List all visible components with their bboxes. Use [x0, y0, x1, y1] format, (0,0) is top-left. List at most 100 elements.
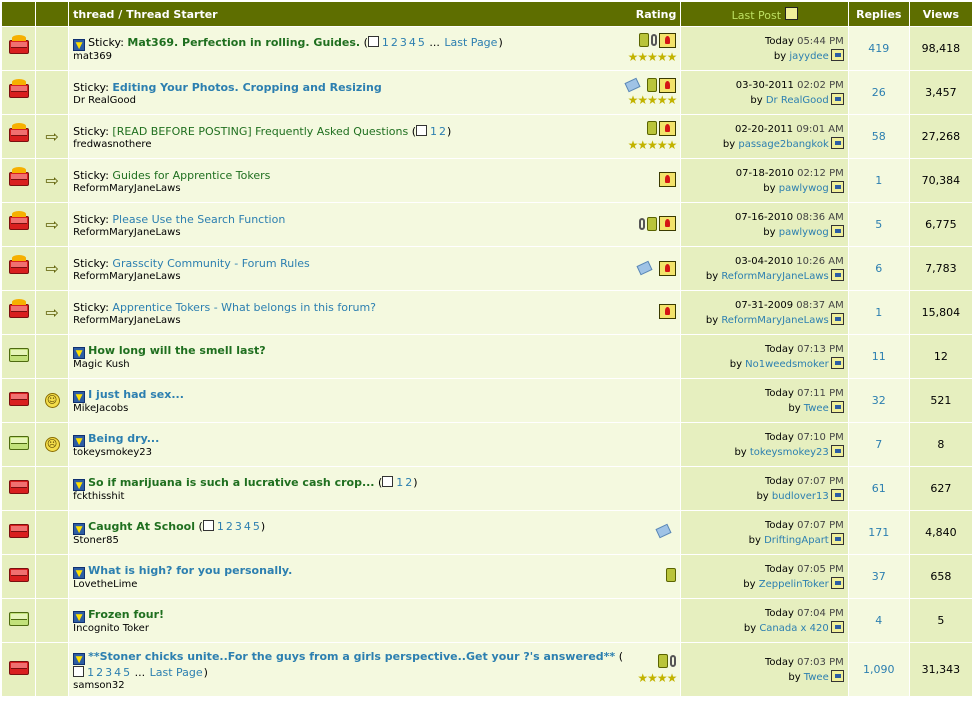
go-to-last-post-icon[interactable]	[830, 312, 844, 325]
go-to-last-post-icon[interactable]	[830, 48, 844, 61]
thread-starter[interactable]: LovetheLime	[73, 579, 662, 590]
last-page-link[interactable]: Last Page	[150, 666, 203, 679]
thread-title-link[interactable]: **Stoner chicks unite..For the guys from…	[88, 650, 615, 663]
thread-title-link[interactable]: Grasscity Community - Forum Rules	[112, 257, 309, 270]
go-to-last-post-icon[interactable]	[830, 532, 844, 545]
last-post-user-link[interactable]: Twee	[804, 672, 829, 683]
last-post-user-link[interactable]: budlover13	[772, 491, 829, 502]
thread-starter[interactable]: fredwasnothere	[73, 139, 623, 150]
replies-count-link[interactable]: 61	[872, 482, 886, 495]
go-to-new-post-icon[interactable]: ▼	[73, 523, 86, 535]
replies-count-link[interactable]: 1	[875, 174, 882, 187]
last-post-user-link[interactable]: DriftingApart	[764, 535, 829, 546]
replies-count-link[interactable]: 1,090	[863, 663, 895, 676]
replies-count-link[interactable]: 26	[872, 86, 886, 99]
thread-starter[interactable]: Stoner85	[73, 535, 653, 546]
go-to-last-post-icon[interactable]	[830, 576, 844, 589]
last-post-user-link[interactable]: passage2bangkok	[738, 139, 828, 150]
go-to-new-post-icon[interactable]: ▼	[73, 435, 86, 447]
header-replies-sort[interactable]: Replies	[848, 2, 909, 26]
header-rating-sort[interactable]: Rating	[636, 8, 677, 21]
page-link[interactable]: 3	[235, 520, 242, 533]
header-last-post-sort[interactable]: Last Post	[732, 9, 781, 22]
header-views-sort[interactable]: Views	[909, 2, 972, 26]
replies-count-link[interactable]: 7	[875, 438, 882, 451]
page-link[interactable]: 1	[430, 125, 437, 138]
sort-descending-icon[interactable]	[784, 6, 798, 20]
go-to-last-post-icon[interactable]	[830, 136, 844, 149]
last-post-user-link[interactable]: Dr RealGood	[766, 95, 829, 106]
thread-starter[interactable]: MikeJacobs	[73, 403, 672, 414]
thread-starter[interactable]: ReformMaryJaneLaws	[73, 271, 634, 282]
last-post-user-link[interactable]: tokeysmokey23	[750, 447, 829, 458]
thread-title-link[interactable]: Mat369. Perfection in rolling. Guides.	[127, 36, 360, 49]
thread-title-link[interactable]: So if marijuana is such a lucrative cash…	[88, 476, 374, 489]
page-link[interactable]: 5	[253, 520, 260, 533]
last-post-user-link[interactable]: Twee	[804, 403, 829, 414]
page-link[interactable]: 2	[405, 476, 412, 489]
thread-title-link[interactable]: Frozen four!	[88, 608, 164, 621]
replies-count-link[interactable]: 4	[875, 614, 882, 627]
thread-title-link[interactable]: Being dry...	[88, 432, 159, 445]
go-to-new-post-icon[interactable]: ▼	[73, 39, 86, 51]
thread-title-link[interactable]: Please Use the Search Function	[112, 213, 285, 226]
thread-starter[interactable]: mat369	[73, 51, 623, 62]
go-to-new-post-icon[interactable]: ▼	[73, 479, 86, 491]
go-to-last-post-icon[interactable]	[830, 620, 844, 633]
last-post-user-link[interactable]: ZeppelinToker	[759, 579, 829, 590]
replies-count-link[interactable]: 171	[868, 526, 889, 539]
page-link[interactable]: 3	[400, 36, 407, 49]
thread-title-link[interactable]: Caught At School	[88, 520, 195, 533]
go-to-last-post-icon[interactable]	[830, 224, 844, 237]
go-to-last-post-icon[interactable]	[830, 356, 844, 369]
last-post-user-link[interactable]: ReformMaryJaneLaws	[721, 271, 828, 282]
replies-count-link[interactable]: 5	[875, 218, 882, 231]
page-link[interactable]: 2	[439, 125, 446, 138]
page-link[interactable]: 4	[114, 666, 121, 679]
thread-title-link[interactable]: Editing Your Photos. Cropping and Resizi…	[112, 81, 381, 94]
last-post-user-link[interactable]: pawlywog	[779, 183, 829, 194]
go-to-last-post-icon[interactable]	[830, 400, 844, 413]
replies-count-link[interactable]: 58	[872, 130, 886, 143]
last-page-link[interactable]: Last Page	[444, 36, 497, 49]
last-post-user-link[interactable]: pawlywog	[779, 227, 829, 238]
go-to-last-post-icon[interactable]	[830, 92, 844, 105]
go-to-new-post-icon[interactable]: ▼	[73, 391, 86, 403]
thread-title-link[interactable]: What is high? for you personally.	[88, 564, 292, 577]
page-link[interactable]: 3	[105, 666, 112, 679]
last-post-user-link[interactable]: No1weedsmoker	[745, 359, 829, 370]
thread-title-link[interactable]: I just had sex...	[88, 388, 184, 401]
go-to-last-post-icon[interactable]	[830, 488, 844, 501]
replies-count-link[interactable]: 11	[872, 350, 886, 363]
thread-starter[interactable]: fckthisshit	[73, 491, 672, 502]
page-link[interactable]: 1	[382, 36, 389, 49]
last-post-user-link[interactable]: Canada x 420	[759, 623, 828, 634]
go-to-last-post-icon[interactable]	[830, 268, 844, 281]
page-link[interactable]: 5	[123, 666, 130, 679]
page-link[interactable]: 1	[396, 476, 403, 489]
replies-count-link[interactable]: 32	[872, 394, 886, 407]
thread-starter[interactable]: ReformMaryJaneLaws	[73, 227, 635, 238]
page-link[interactable]: 1	[87, 666, 94, 679]
go-to-last-post-icon[interactable]	[830, 444, 844, 457]
thread-title-link[interactable]: Guides for Apprentice Tokers	[112, 169, 270, 182]
header-thread-starter-sort[interactable]: thread / Thread Starter	[73, 8, 217, 21]
thread-starter[interactable]: ReformMaryJaneLaws	[73, 183, 655, 194]
page-link[interactable]: 2	[96, 666, 103, 679]
go-to-new-post-icon[interactable]: ▼	[73, 567, 86, 579]
page-link[interactable]: 4	[409, 36, 416, 49]
go-to-new-post-icon[interactable]: ▼	[73, 652, 86, 665]
replies-count-link[interactable]: 37	[872, 570, 886, 583]
page-link[interactable]: 2	[391, 36, 398, 49]
go-to-last-post-icon[interactable]	[830, 180, 844, 193]
page-link[interactable]: 4	[244, 520, 251, 533]
thread-starter[interactable]: Dr RealGood	[73, 95, 622, 106]
last-post-user-link[interactable]: jayydee	[789, 51, 828, 62]
replies-count-link[interactable]: 6	[875, 262, 882, 275]
go-to-last-post-icon[interactable]	[830, 669, 844, 682]
go-to-new-post-icon[interactable]: ▼	[73, 347, 86, 359]
replies-count-link[interactable]: 419	[868, 42, 889, 55]
header-last-post[interactable]: Last Post	[681, 2, 848, 26]
thread-starter[interactable]: tokeysmokey23	[73, 447, 672, 458]
thread-title-link[interactable]: [READ BEFORE POSTING] Frequently Asked Q…	[112, 125, 408, 138]
